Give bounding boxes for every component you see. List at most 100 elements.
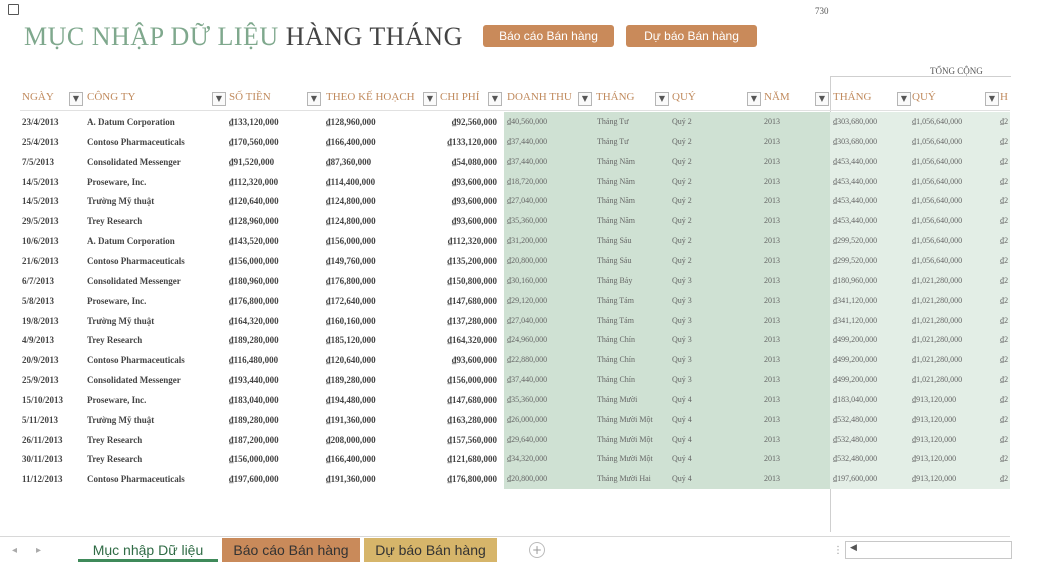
table-row[interactable]: 23/4/2013 A. Datum Corporation ₫133,120,00… xyxy=(0,112,1010,132)
cell-total-h[interactable]: ₫2 xyxy=(1000,415,1008,424)
cell-plan[interactable]: ₫194,480,000 xyxy=(326,395,376,405)
cell-plan[interactable]: ₫124,800,000 xyxy=(326,216,376,226)
cell-month[interactable]: Tháng Mười Một xyxy=(597,415,653,424)
cell-plan[interactable]: ₫149,760,000 xyxy=(326,256,376,266)
cell-amount[interactable]: ₫91,520,000 xyxy=(229,157,274,167)
table-row[interactable]: 10/6/2013 A. Datum Corporation ₫143,520,00… xyxy=(0,231,1010,251)
cell-amount[interactable]: ₫133,120,000 xyxy=(229,117,279,127)
cell-company[interactable]: Consolidated Messenger xyxy=(87,276,181,286)
cell-date[interactable]: 4/9/2013 xyxy=(22,335,54,345)
cell-total-h[interactable]: ₫2 xyxy=(1000,236,1008,245)
cell-cost[interactable]: ₫163,280,000 xyxy=(447,415,497,425)
add-sheet-icon[interactable]: + xyxy=(529,542,545,558)
cell-total-month[interactable]: ₫453,440,000 xyxy=(833,196,877,205)
cell-company[interactable]: Contoso Pharmaceuticals xyxy=(87,256,185,266)
cell-date[interactable]: 6/7/2013 xyxy=(22,276,54,286)
cell-total-month[interactable]: ₫499,200,000 xyxy=(833,355,877,364)
cell-cost[interactable]: ₫150,800,000 xyxy=(447,276,497,286)
cell-year[interactable]: 2013 xyxy=(764,435,780,444)
cell-quarter[interactable]: Quý 2 xyxy=(672,157,692,166)
cell-date[interactable]: 26/11/2013 xyxy=(22,435,63,445)
cell-total-quarter[interactable]: ₫1,056,640,000 xyxy=(912,236,962,245)
next-sheet-arrow-icon[interactable]: ▸ xyxy=(36,545,41,556)
cell-total-quarter[interactable]: ₫913,120,000 xyxy=(912,454,956,463)
cell-amount[interactable]: ₫112,320,000 xyxy=(229,177,278,187)
cell-quarter[interactable]: Quý 4 xyxy=(672,435,692,444)
cell-company[interactable]: Contoso Pharmaceuticals xyxy=(87,474,185,484)
cell-company[interactable]: Trường Mỹ thuật xyxy=(87,316,154,326)
cell-total-quarter[interactable]: ₫1,056,640,000 xyxy=(912,157,962,166)
cell-month[interactable]: Tháng Tư xyxy=(597,137,629,146)
cell-revenue[interactable]: ₫29,120,000 xyxy=(507,296,547,305)
cell-company[interactable]: Proseware, Inc. xyxy=(87,177,146,187)
cell-revenue[interactable]: ₫20,800,000 xyxy=(507,256,547,265)
select-all-corner[interactable] xyxy=(8,4,19,15)
table-row[interactable]: 29/5/2013 Trey Research ₫128,960,000 ₫124,8… xyxy=(0,211,1010,231)
cell-month[interactable]: Tháng Chín xyxy=(597,375,635,384)
cell-plan[interactable]: ₫114,400,000 xyxy=(326,177,375,187)
cell-total-month[interactable]: ₫197,600,000 xyxy=(833,474,877,483)
sales-forecast-button[interactable]: Dự báo Bán hàng xyxy=(626,25,757,47)
cell-total-h[interactable]: ₫2 xyxy=(1000,196,1008,205)
cell-company[interactable]: Proseware, Inc. xyxy=(87,296,146,306)
cell-total-h[interactable]: ₫2 xyxy=(1000,454,1008,463)
cell-revenue[interactable]: ₫40,560,000 xyxy=(507,117,547,126)
cell-cost[interactable]: ₫93,600,000 xyxy=(452,355,497,365)
table-row[interactable]: 25/9/2013 Consolidated Messenger ₫193,440,… xyxy=(0,370,1010,390)
cell-plan[interactable]: ₫160,160,000 xyxy=(326,316,376,326)
cell-total-quarter[interactable]: ₫913,120,000 xyxy=(912,395,956,404)
cell-year[interactable]: 2013 xyxy=(764,415,780,424)
cell-quarter[interactable]: Quý 2 xyxy=(672,137,692,146)
table-row[interactable]: 5/8/2013 Proseware, Inc. ₫176,800,000 ₫172,… xyxy=(0,291,1010,311)
cell-month[interactable]: Tháng Chín xyxy=(597,355,635,364)
filter-dropdown-date[interactable]: ▼ xyxy=(69,92,83,106)
cell-amount[interactable]: ₫189,280,000 xyxy=(229,415,279,425)
cell-total-quarter[interactable]: ₫1,056,640,000 xyxy=(912,117,962,126)
cell-total-quarter[interactable]: ₫1,021,280,000 xyxy=(912,355,962,364)
cell-cost[interactable]: ₫147,680,000 xyxy=(447,395,497,405)
cell-revenue[interactable]: ₫26,000,000 xyxy=(507,415,547,424)
cell-cost[interactable]: ₫112,320,000 xyxy=(448,236,497,246)
cell-month[interactable]: Tháng Tám xyxy=(597,316,634,325)
cell-total-quarter[interactable]: ₫1,056,640,000 xyxy=(912,137,962,146)
cell-total-quarter[interactable]: ₫1,021,280,000 xyxy=(912,276,962,285)
cell-total-quarter[interactable]: ₫913,120,000 xyxy=(912,415,956,424)
cell-company[interactable]: Trường Mỹ thuật xyxy=(87,196,154,206)
cell-revenue[interactable]: ₫34,320,000 xyxy=(507,454,547,463)
cell-year[interactable]: 2013 xyxy=(764,196,780,205)
cell-date[interactable]: 11/12/2013 xyxy=(22,474,63,484)
filter-dropdown-month[interactable]: ▼ xyxy=(655,92,669,106)
cell-year[interactable]: 2013 xyxy=(764,177,780,186)
cell-quarter[interactable]: Quý 4 xyxy=(672,415,692,424)
table-row[interactable]: 7/5/2013 Consolidated Messenger ₫91,520,00… xyxy=(0,152,1010,172)
cell-company[interactable]: Consolidated Messenger xyxy=(87,157,181,167)
cell-date[interactable]: 5/11/2013 xyxy=(22,415,58,425)
cell-revenue[interactable]: ₫35,360,000 xyxy=(507,216,547,225)
prev-sheet-arrow-icon[interactable]: ◂ xyxy=(12,545,17,556)
cell-total-quarter[interactable]: ₫913,120,000 xyxy=(912,474,956,483)
cell-date[interactable]: 14/5/2013 xyxy=(22,196,59,206)
cell-amount[interactable]: ₫180,960,000 xyxy=(229,276,279,286)
cell-amount[interactable]: ₫189,280,000 xyxy=(229,335,279,345)
table-row[interactable]: 26/11/2013 Trey Research ₫187,200,000 ₫208,… xyxy=(0,430,1010,450)
filter-dropdown-year[interactable]: ▼ xyxy=(815,92,829,106)
filter-dropdown-company[interactable]: ▼ xyxy=(212,92,226,106)
cell-cost[interactable]: ₫147,680,000 xyxy=(447,296,497,306)
cell-revenue[interactable]: ₫27,040,000 xyxy=(507,316,547,325)
cell-quarter[interactable]: Quý 2 xyxy=(672,236,692,245)
cell-date[interactable]: 30/11/2013 xyxy=(22,454,63,464)
cell-total-h[interactable]: ₫2 xyxy=(1000,276,1008,285)
cell-date[interactable]: 20/9/2013 xyxy=(22,355,59,365)
cell-total-h[interactable]: ₫2 xyxy=(1000,435,1008,444)
cell-year[interactable]: 2013 xyxy=(764,474,780,483)
cell-month[interactable]: Tháng Tám xyxy=(597,296,634,305)
cell-month[interactable]: Tháng Mười Một xyxy=(597,454,653,463)
table-row[interactable]: 11/12/2013 Contoso Pharmaceuticals ₫197,60… xyxy=(0,469,1010,489)
cell-total-quarter[interactable]: ₫1,056,640,000 xyxy=(912,216,962,225)
cell-plan[interactable]: ₫166,400,000 xyxy=(326,454,376,464)
cell-amount[interactable]: ₫143,520,000 xyxy=(229,236,279,246)
cell-quarter[interactable]: Quý 4 xyxy=(672,395,692,404)
cell-revenue[interactable]: ₫22,880,000 xyxy=(507,355,547,364)
cell-month[interactable]: Tháng Mười Một xyxy=(597,435,653,444)
cell-month[interactable]: Tháng Mười Hai xyxy=(597,474,651,483)
